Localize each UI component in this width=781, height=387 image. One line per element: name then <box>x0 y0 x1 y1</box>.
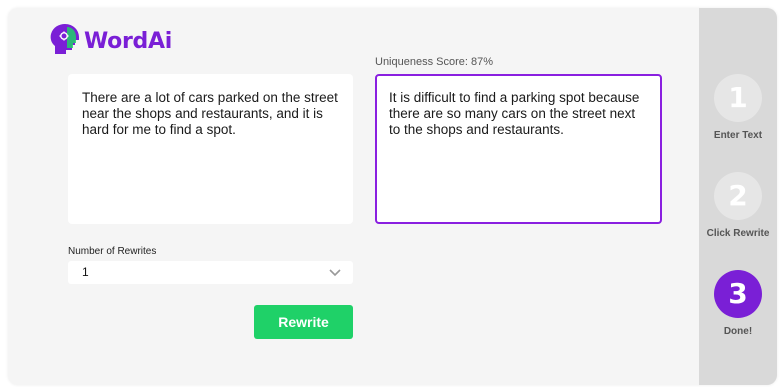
head-icon <box>50 24 79 54</box>
step-3-label: Done! <box>723 326 753 337</box>
step-click-rewrite: 2 Click Rewrite <box>699 172 777 239</box>
rewrites-value: 1 <box>82 265 89 279</box>
step-done: 3 Done! <box>699 270 777 337</box>
step-1-circle: 1 <box>714 74 762 122</box>
rewrite-button[interactable]: Rewrite <box>254 305 353 339</box>
steps-sidebar: 1 Enter Text 2 Click Rewrite 3 Done! <box>699 8 777 385</box>
logo-text: WordAi <box>84 28 172 54</box>
chevron-down-icon <box>329 269 341 277</box>
input-textarea[interactable]: There are a lot of cars parked on the st… <box>68 74 353 224</box>
uniqueness-score: Uniqueness Score: 87% <box>375 56 494 68</box>
rewrites-select[interactable]: 1 <box>68 261 353 284</box>
step-2-label: Click Rewrite <box>706 228 770 239</box>
step-2-circle: 2 <box>714 172 762 220</box>
step-3-circle: 3 <box>714 270 762 318</box>
wordai-logo: WordAi <box>50 24 172 58</box>
output-textarea[interactable]: It is difficult to find a parking spot b… <box>375 74 662 224</box>
main-card: WordAi Uniqueness Score: 87% There are a… <box>8 8 777 385</box>
step-1-label: Enter Text <box>713 130 763 141</box>
rewrites-label: Number of Rewrites <box>68 246 157 257</box>
step-enter-text: 1 Enter Text <box>699 74 777 141</box>
